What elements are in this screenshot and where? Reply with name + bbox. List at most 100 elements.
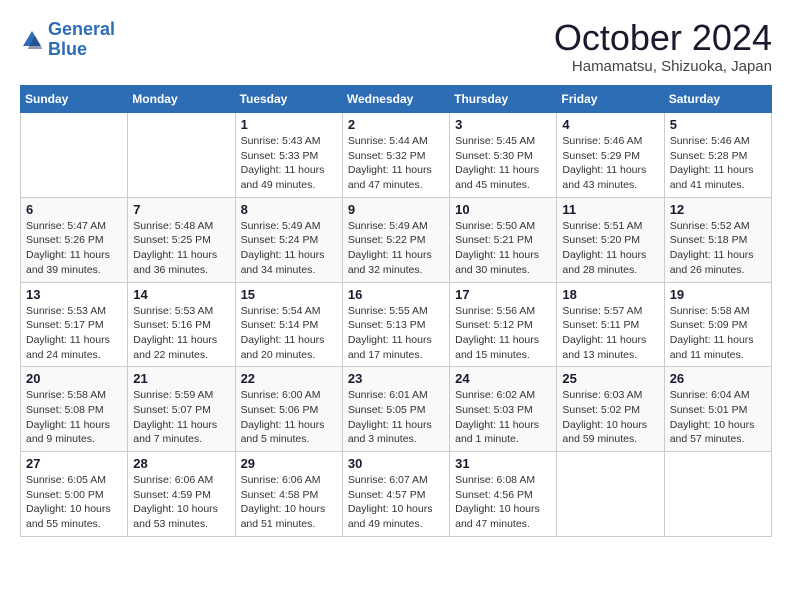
day-number: 11 [562, 202, 658, 217]
logo: General Blue [20, 20, 115, 60]
day-info: Sunrise: 5:58 AM Sunset: 5:09 PM Dayligh… [670, 304, 766, 363]
day-info: Sunrise: 6:04 AM Sunset: 5:01 PM Dayligh… [670, 388, 766, 447]
calendar-cell: 26 Sunrise: 6:04 AM Sunset: 5:01 PM Dayli… [664, 367, 771, 452]
calendar-cell: 1Sunrise: 5:43 AM Sunset: 5:33 PM Daylig… [235, 113, 342, 198]
day-info: Sunrise: 6:08 AM Sunset: 4:56 PM Dayligh… [455, 473, 551, 532]
day-info: Sunrise: 6:01 AM Sunset: 5:05 PM Dayligh… [348, 388, 444, 447]
day-number: 31 [455, 456, 551, 471]
day-number: 20 [26, 371, 122, 386]
calendar-cell: 9 Sunrise: 5:49 AM Sunset: 5:22 PM Daylig… [342, 197, 449, 282]
day-number: 28 [133, 456, 229, 471]
day-info: Sunrise: 6:02 AM Sunset: 5:03 PM Dayligh… [455, 388, 551, 447]
calendar-cell: 22Sunrise: 6:00 AM Sunset: 5:06 PM Dayli… [235, 367, 342, 452]
day-number: 8 [241, 202, 337, 217]
day-info: Sunrise: 6:05 AM Sunset: 5:00 PM Dayligh… [26, 473, 122, 532]
day-info: Sunrise: 5:47 AM Sunset: 5:26 PM Dayligh… [26, 219, 122, 278]
day-info: Sunrise: 5:43 AM Sunset: 5:33 PM Dayligh… [241, 134, 337, 193]
logo-text-line1: General [48, 20, 115, 40]
day-info: Sunrise: 5:59 AM Sunset: 5:07 PM Dayligh… [133, 388, 229, 447]
calendar-cell: 20 Sunrise: 5:58 AM Sunset: 5:08 PM Dayli… [21, 367, 128, 452]
day-number: 23 [348, 371, 444, 386]
calendar-cell: 30 Sunrise: 6:07 AM Sunset: 4:57 PM Dayli… [342, 452, 449, 537]
day-info: Sunrise: 5:46 AM Sunset: 5:28 PM Dayligh… [670, 134, 766, 193]
calendar-cell [557, 452, 664, 537]
day-number: 26 [670, 371, 766, 386]
calendar-cell: 12 Sunrise: 5:52 AM Sunset: 5:18 PM Dayli… [664, 197, 771, 282]
header-row: SundayMondayTuesdayWednesdayThursdayFrid… [21, 86, 772, 113]
day-number: 19 [670, 287, 766, 302]
day-info: Sunrise: 5:56 AM Sunset: 5:12 PM Dayligh… [455, 304, 551, 363]
calendar-cell: 6 Sunrise: 5:47 AM Sunset: 5:26 PM Daylig… [21, 197, 128, 282]
calendar-cell: 23 Sunrise: 6:01 AM Sunset: 5:05 PM Dayli… [342, 367, 449, 452]
day-number: 12 [670, 202, 766, 217]
day-info: Sunrise: 6:07 AM Sunset: 4:57 PM Dayligh… [348, 473, 444, 532]
day-number: 24 [455, 371, 551, 386]
day-number: 21 [133, 371, 229, 386]
day-number: 16 [348, 287, 444, 302]
calendar-week-3: 13 Sunrise: 5:53 AM Sunset: 5:17 PM Dayli… [21, 282, 772, 367]
day-number: 29 [241, 456, 337, 471]
day-number: 25 [562, 371, 658, 386]
day-number: 2 [348, 117, 444, 132]
day-number: 30 [348, 456, 444, 471]
day-info: Sunrise: 5:57 AM Sunset: 5:11 PM Dayligh… [562, 304, 658, 363]
calendar-week-4: 20 Sunrise: 5:58 AM Sunset: 5:08 PM Dayli… [21, 367, 772, 452]
calendar-cell: 16 Sunrise: 5:55 AM Sunset: 5:13 PM Dayli… [342, 282, 449, 367]
day-info: Sunrise: 5:50 AM Sunset: 5:21 PM Dayligh… [455, 219, 551, 278]
day-number: 10 [455, 202, 551, 217]
day-info: Sunrise: 5:55 AM Sunset: 5:13 PM Dayligh… [348, 304, 444, 363]
calendar-cell: 3Sunrise: 5:45 AM Sunset: 5:30 PM Daylig… [450, 113, 557, 198]
day-info: Sunrise: 5:51 AM Sunset: 5:20 PM Dayligh… [562, 219, 658, 278]
calendar-cell: 24 Sunrise: 6:02 AM Sunset: 5:03 PM Dayli… [450, 367, 557, 452]
calendar-cell [21, 113, 128, 198]
day-number: 9 [348, 202, 444, 217]
calendar-cell [664, 452, 771, 537]
day-number: 17 [455, 287, 551, 302]
day-info: Sunrise: 6:06 AM Sunset: 4:59 PM Dayligh… [133, 473, 229, 532]
calendar-cell [128, 113, 235, 198]
calendar-cell: 25 Sunrise: 6:03 AM Sunset: 5:02 PM Dayli… [557, 367, 664, 452]
calendar-table: SundayMondayTuesdayWednesdayThursdayFrid… [20, 85, 772, 537]
day-info: Sunrise: 6:00 AM Sunset: 5:06 PM Dayligh… [241, 388, 337, 447]
calendar-week-1: 1Sunrise: 5:43 AM Sunset: 5:33 PM Daylig… [21, 113, 772, 198]
day-number: 6 [26, 202, 122, 217]
column-header-tuesday: Tuesday [235, 86, 342, 113]
day-number: 13 [26, 287, 122, 302]
calendar-cell: 21 Sunrise: 5:59 AM Sunset: 5:07 PM Dayli… [128, 367, 235, 452]
calendar-cell: 27 Sunrise: 6:05 AM Sunset: 5:00 PM Dayli… [21, 452, 128, 537]
calendar-cell: 13 Sunrise: 5:53 AM Sunset: 5:17 PM Dayli… [21, 282, 128, 367]
calendar-cell: 17 Sunrise: 5:56 AM Sunset: 5:12 PM Dayli… [450, 282, 557, 367]
calendar-cell: 18Sunrise: 5:57 AM Sunset: 5:11 PM Dayli… [557, 282, 664, 367]
day-info: Sunrise: 5:48 AM Sunset: 5:25 PM Dayligh… [133, 219, 229, 278]
logo-text-line2: Blue [48, 40, 115, 60]
column-header-sunday: Sunday [21, 86, 128, 113]
day-info: Sunrise: 5:58 AM Sunset: 5:08 PM Dayligh… [26, 388, 122, 447]
title-block: October 2024 Hamamatsu, Shizuoka, Japan [554, 20, 772, 75]
day-number: 14 [133, 287, 229, 302]
calendar-cell: 28 Sunrise: 6:06 AM Sunset: 4:59 PM Dayli… [128, 452, 235, 537]
day-info: Sunrise: 5:49 AM Sunset: 5:22 PM Dayligh… [348, 219, 444, 278]
day-info: Sunrise: 5:53 AM Sunset: 5:17 PM Dayligh… [26, 304, 122, 363]
day-info: Sunrise: 5:46 AM Sunset: 5:29 PM Dayligh… [562, 134, 658, 193]
day-info: Sunrise: 5:54 AM Sunset: 5:14 PM Dayligh… [241, 304, 337, 363]
calendar-cell: 11 Sunrise: 5:51 AM Sunset: 5:20 PM Dayli… [557, 197, 664, 282]
day-number: 27 [26, 456, 122, 471]
calendar-week-5: 27 Sunrise: 6:05 AM Sunset: 5:00 PM Dayli… [21, 452, 772, 537]
day-info: Sunrise: 5:45 AM Sunset: 5:30 PM Dayligh… [455, 134, 551, 193]
column-header-thursday: Thursday [450, 86, 557, 113]
day-info: Sunrise: 5:53 AM Sunset: 5:16 PM Dayligh… [133, 304, 229, 363]
calendar-cell: 31 Sunrise: 6:08 AM Sunset: 4:56 PM Dayli… [450, 452, 557, 537]
day-info: Sunrise: 5:52 AM Sunset: 5:18 PM Dayligh… [670, 219, 766, 278]
day-info: Sunrise: 5:44 AM Sunset: 5:32 PM Dayligh… [348, 134, 444, 193]
month-title: October 2024 [554, 20, 772, 56]
calendar-cell: 10 Sunrise: 5:50 AM Sunset: 5:21 PM Dayli… [450, 197, 557, 282]
calendar-cell: 4 Sunrise: 5:46 AM Sunset: 5:29 PM Daylig… [557, 113, 664, 198]
location: Hamamatsu, Shizuoka, Japan [554, 58, 772, 75]
day-number: 7 [133, 202, 229, 217]
column-header-saturday: Saturday [664, 86, 771, 113]
day-number: 15 [241, 287, 337, 302]
day-info: Sunrise: 6:03 AM Sunset: 5:02 PM Dayligh… [562, 388, 658, 447]
calendar-cell: 7 Sunrise: 5:48 AM Sunset: 5:25 PM Daylig… [128, 197, 235, 282]
day-number: 4 [562, 117, 658, 132]
column-header-wednesday: Wednesday [342, 86, 449, 113]
